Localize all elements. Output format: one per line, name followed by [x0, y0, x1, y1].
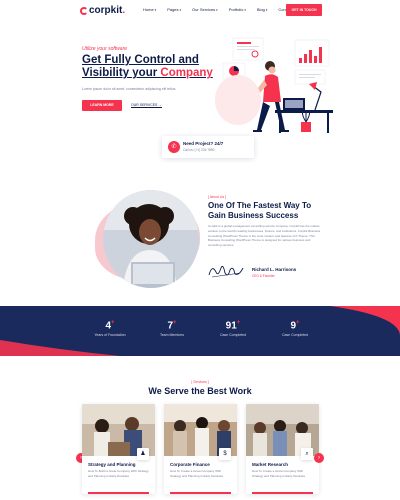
- stat-label: Team Members: [159, 333, 185, 338]
- brand-logo[interactable]: corpkit.: [80, 5, 125, 16]
- about-tag: [ About Us ]: [208, 195, 227, 199]
- stat-item: 9+ Case Completed: [260, 320, 330, 337]
- stat-label: Case Completed: [219, 333, 247, 338]
- author-name: Richard L. Harrisons: [252, 267, 297, 272]
- hero-tagline: Utilize your software: [82, 46, 128, 52]
- top-nav: corpkit. Home▾ Pages▾ Our Services▾ Port…: [0, 0, 400, 22]
- learn-more-button[interactable]: LEARN MORE: [82, 100, 122, 111]
- stat-item: 91+ Case Completed: [198, 320, 268, 337]
- service-card-title: Strategy and Planning: [88, 462, 136, 467]
- service-card-description: How To Create a Great Company With Strat…: [170, 469, 224, 478]
- logo-mark-icon: [80, 6, 88, 15]
- need-project-title: Need Project? 24/7: [183, 141, 224, 146]
- stat-value: 9+: [290, 320, 300, 332]
- get-in-touch-button[interactable]: GET IN TOUCH: [286, 4, 322, 16]
- chevron-down-icon: ▾: [265, 8, 268, 12]
- stat-item: 4+ Years of Foundation: [75, 320, 145, 337]
- service-card-title: Market Research: [252, 462, 289, 467]
- stat-label: Case Completed: [281, 333, 309, 338]
- nav-item-portfolio[interactable]: Portfolio▾: [229, 7, 246, 12]
- stat-value: 91+: [225, 320, 241, 332]
- services-tag: [ Services ]: [191, 380, 209, 384]
- main-menu: Home▾ Pages▾ Our Services▾ Portfolio▾ Bl…: [143, 7, 292, 12]
- need-project-card[interactable]: ✆ Need Project? 24/7 Call us: (+1) 234 7…: [162, 136, 254, 158]
- service-card[interactable]: ⌕ Market Research How To Create a Great …: [246, 404, 319, 494]
- our-services-link[interactable]: OUR SERVICES →: [131, 103, 162, 108]
- chevron-down-icon: ▾: [179, 8, 182, 12]
- about-title: One Of The Fastest Way To Gain Business …: [208, 201, 312, 220]
- nav-item-home[interactable]: Home▾: [143, 7, 156, 12]
- service-card-description: How To Build a Great Company With Strate…: [88, 469, 149, 478]
- services-title: We Serve the Best Work: [148, 386, 252, 396]
- stats-band: 4+ Years of Foundation 7+ Team Members 9…: [0, 306, 400, 356]
- stat-label: Years of Foundation: [94, 333, 126, 338]
- chevron-down-icon: ▾: [216, 8, 218, 12]
- nav-item-blog[interactable]: Blog▾: [257, 7, 268, 12]
- stat-value: 7+: [167, 320, 177, 332]
- hero-description: Lorem ipsum dolor sit amet, consectetur …: [82, 87, 177, 91]
- service-card-title: Corporate Finance: [170, 462, 210, 467]
- author-role: CEO & Founder: [252, 274, 275, 278]
- chevron-down-icon: ▾: [244, 8, 246, 12]
- stat-value: 4+: [105, 320, 115, 332]
- decor-blob: [215, 75, 261, 125]
- research-icon: ⌕: [301, 448, 313, 460]
- service-card-accent-bar: [252, 492, 313, 494]
- carousel-next-button[interactable]: ›: [314, 453, 324, 463]
- chevron-down-icon: ▾: [154, 8, 157, 12]
- service-card-description: How To Create a Great Company With Strat…: [252, 469, 306, 478]
- service-card[interactable]: $ Corporate Finance How To Create a Grea…: [164, 404, 237, 494]
- strategy-icon: ♟: [137, 448, 149, 460]
- service-card-accent-bar: [170, 492, 231, 494]
- need-project-phone[interactable]: Call us: (+1) 234 7890: [183, 148, 214, 152]
- nav-item-pages[interactable]: Pages▾: [167, 7, 181, 12]
- service-card-accent-bar: [88, 492, 149, 494]
- signature-image: [208, 265, 244, 278]
- brand-dot: .: [122, 5, 126, 16]
- finance-icon: $: [219, 448, 231, 460]
- stat-item: 7+ Team Members: [137, 320, 207, 337]
- chat-icon: ✆: [168, 141, 180, 153]
- about-description: Corpkit is a global management consultin…: [208, 224, 321, 248]
- service-card[interactable]: ♟ Strategy and Planning How To Build a G…: [82, 404, 155, 494]
- about-photo: [103, 190, 199, 288]
- brand-name: corpkit: [89, 5, 123, 16]
- smiling-woman-photo: [103, 190, 199, 288]
- nav-item-services[interactable]: Our Services▾: [192, 7, 218, 12]
